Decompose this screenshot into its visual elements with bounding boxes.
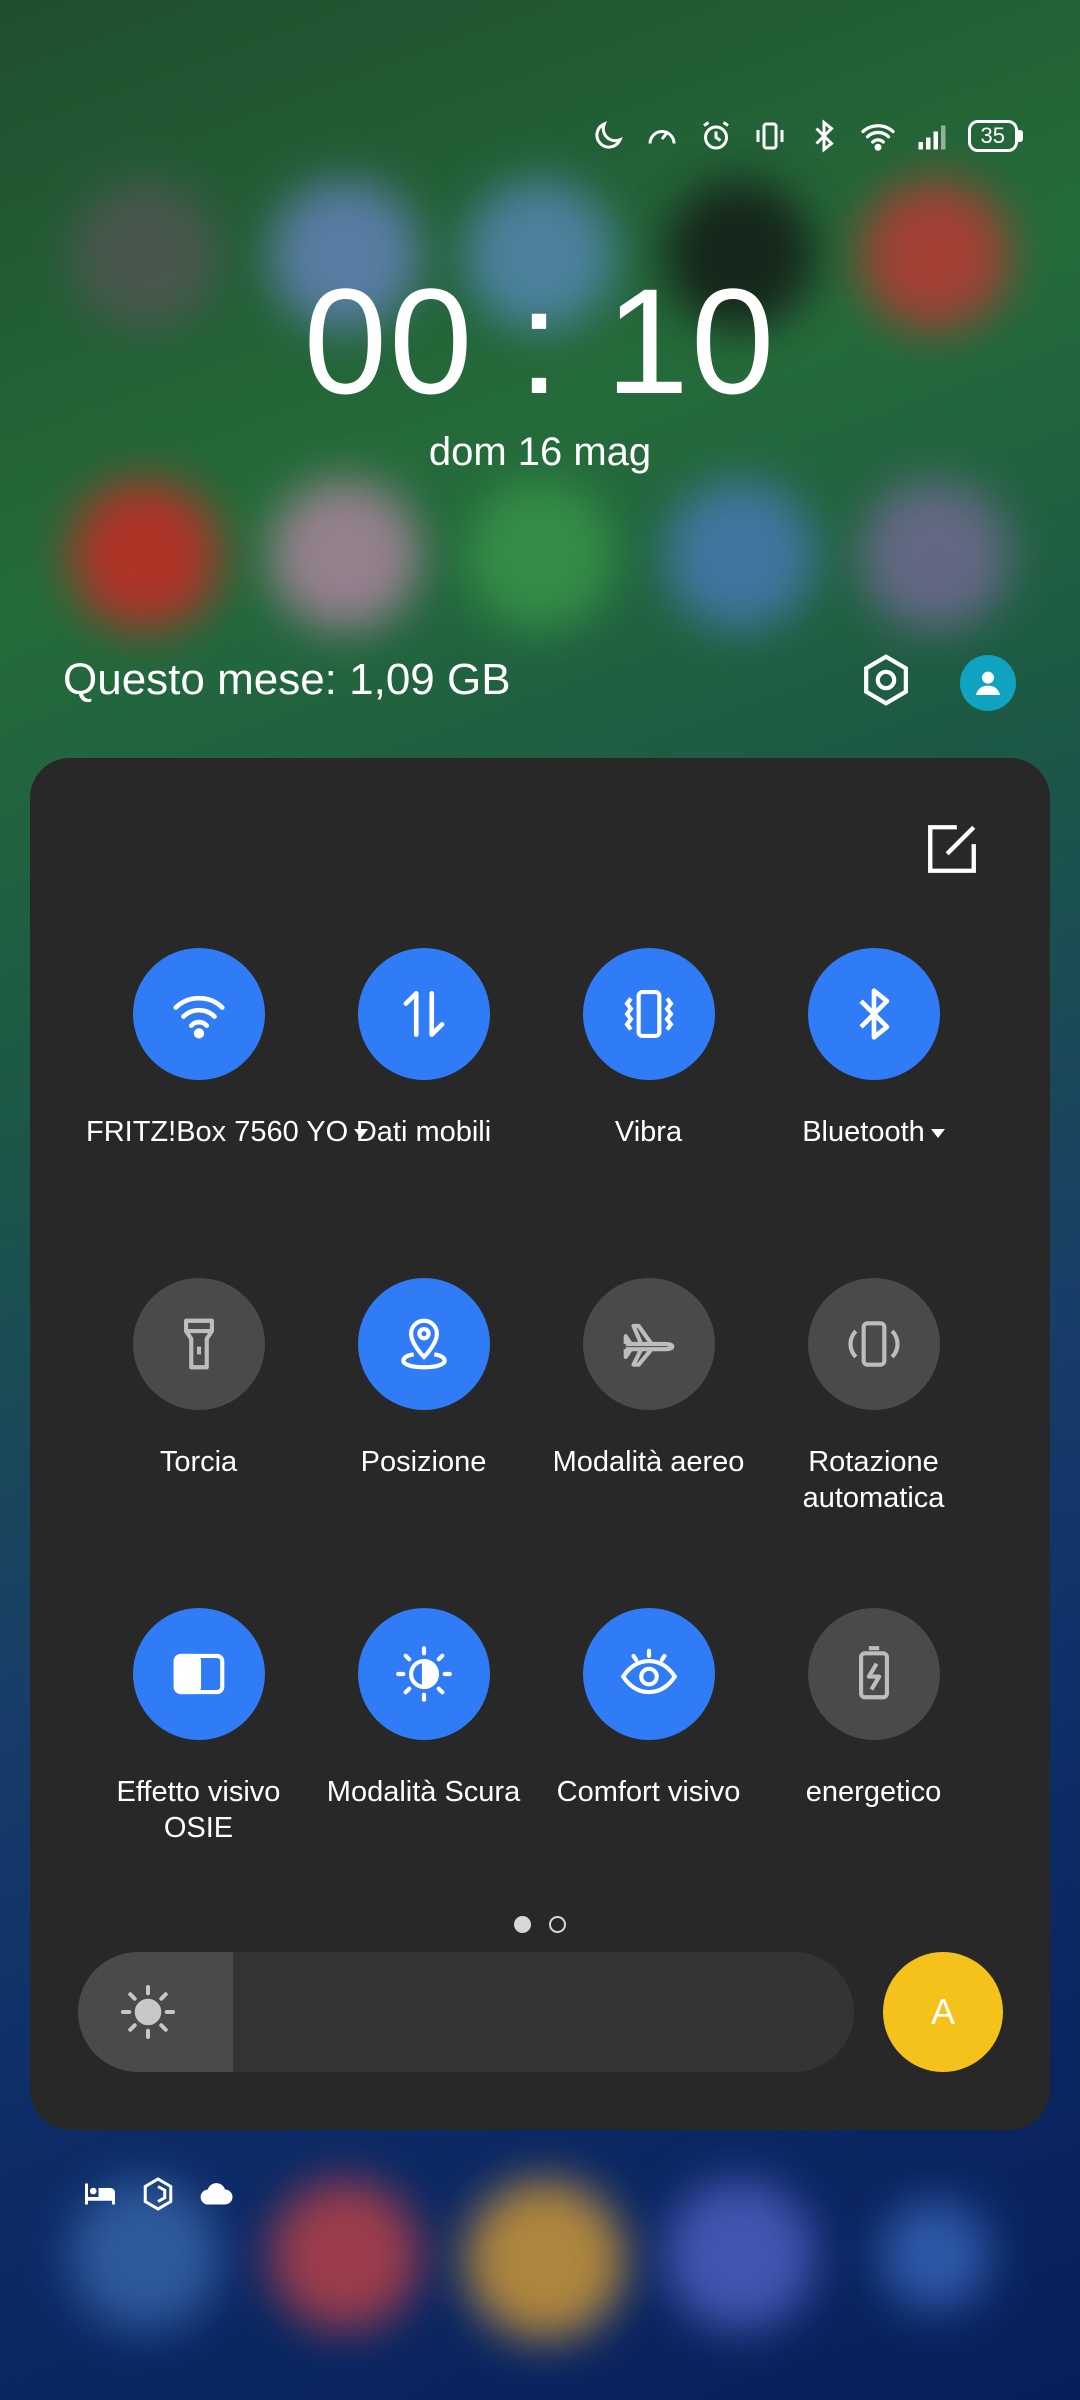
tile-location-toggle[interactable] [357,1278,490,1410]
tile-label: Effetto visivo OSIE [116,1776,281,1844]
tile-auto-rotate[interactable]: Rotazione automatica [761,1278,986,1516]
tile-airplane-mode[interactable]: Modalità aereo [536,1278,761,1480]
eye-icon [620,1648,677,1695]
vibrate-icon [623,989,674,1039]
bluetooth-icon [858,988,889,1040]
tile-wifi-toggle[interactable] [132,948,265,1080]
clock: 00 : 10 [303,257,777,425]
flashlight-icon [183,1318,214,1370]
caret-down-icon[interactable] [930,1128,945,1138]
rotate-icon [847,1321,900,1367]
tile-vibrate-toggle[interactable] [582,948,715,1080]
alarm-icon [698,118,734,154]
tile-flashlight[interactable]: Torcia [86,1278,311,1480]
auto-brightness-button[interactable]: A [883,1952,1003,2072]
date: dom 16 mag [428,430,652,474]
tile-label: Comfort visivo [556,1776,741,1808]
tile-dark-mode[interactable]: Modalità Scura [311,1608,536,1810]
cloud-icon [200,2183,233,2205]
moon-icon [590,118,626,154]
wifi-icon [172,995,225,1039]
vibrate-icon [752,118,788,154]
mobile-data-icon [403,991,444,1037]
brightness-sun-icon [121,1985,175,2039]
data-usage-label[interactable]: Questo mese: 1,09 GB [63,655,511,705]
wifi-icon [860,118,896,154]
tile-location[interactable]: Posizione [311,1278,536,1480]
tile-label: Torcia [159,1446,238,1478]
edit-tiles-button[interactable] [923,820,981,878]
tile-label: Bluetooth [802,1116,925,1148]
tile-label: FRITZ!Box 7560 YO [86,1116,349,1148]
brightness-slider[interactable] [78,1952,854,2072]
tile-vibrate[interactable]: Vibra [536,948,761,1150]
tile-dark-mode-toggle[interactable] [357,1608,490,1740]
tile-label: Rotazione automatica [802,1446,945,1514]
battery-saver-icon [858,1646,889,1700]
user-profile-button[interactable] [960,655,1016,711]
tile-auto-rotate-toggle[interactable] [807,1278,940,1410]
hexagon-icon [143,2177,173,2211]
dark-mode-icon [395,1646,452,1702]
speedometer-icon [644,118,680,154]
tile-bluetooth[interactable]: Bluetooth [761,948,986,1150]
status-bar: 35 [590,118,1024,154]
tile-label: Modalità Scura [326,1776,521,1808]
quick-settings-panel: FRITZ!Box 7560 YO Dati mobili Vibra Blue… [30,758,1050,2130]
bluetooth-icon [806,118,842,154]
tile-airplane-toggle[interactable] [582,1278,715,1410]
tile-osie[interactable]: Effetto visivo OSIE [86,1608,311,1846]
tile-battery-saver-toggle[interactable] [807,1608,940,1740]
location-icon [400,1318,447,1370]
edit-icon [928,825,976,873]
signal-icon [914,118,950,154]
notification-icons [82,2176,234,2212]
tile-label: Modalità aereo [552,1446,745,1478]
settings-button[interactable] [858,652,914,708]
tile-osie-toggle[interactable] [132,1608,265,1740]
tile-flashlight-toggle[interactable] [132,1278,265,1410]
tile-mobile-data-toggle[interactable] [357,948,490,1080]
page-indicator [30,1916,1050,1933]
tile-label: energetico [805,1776,942,1808]
battery-indicator: 35 [967,120,1024,152]
tile-wifi[interactable]: FRITZ!Box 7560 YO [86,948,369,1150]
tile-bluetooth-toggle[interactable] [807,948,940,1080]
settings-icon [864,654,908,706]
tile-eye-comfort[interactable]: Comfort visivo [536,1608,761,1810]
tile-mobile-data[interactable]: Dati mobili [311,948,536,1150]
page-dot-active[interactable] [514,1916,531,1933]
page-dot[interactable] [549,1916,566,1933]
airplane-icon [623,1323,674,1367]
tile-label: Dati mobili [355,1116,492,1148]
tile-battery-saver[interactable]: energetico [761,1608,986,1810]
tile-eye-comfort-toggle[interactable] [582,1608,715,1740]
bed-icon [85,2183,115,2205]
tile-label: Posizione [360,1446,487,1478]
user-icon [976,671,1000,695]
tile-label: Vibra [614,1116,683,1148]
osie-icon [173,1653,224,1695]
